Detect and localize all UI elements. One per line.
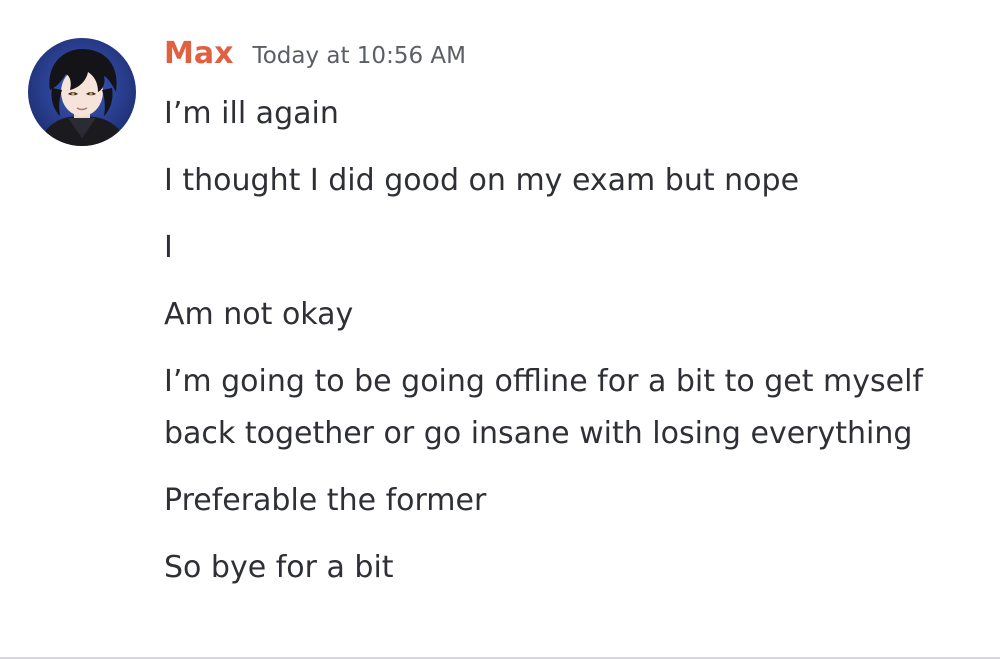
message-line: I’m ill again xyxy=(164,96,339,131)
message-header: Max Today at 10:56 AM xyxy=(164,36,466,80)
author-name[interactable]: Max xyxy=(164,36,233,71)
message-line: Am not okay xyxy=(164,297,354,332)
avatar[interactable] xyxy=(28,38,136,146)
message-line: So bye for a bit xyxy=(164,550,394,585)
message-line: Preferable the former xyxy=(164,483,487,518)
message-line: I’m going to be going offline for a bit … xyxy=(164,364,933,451)
message-timestamp: Today at 10:56 AM xyxy=(252,43,466,69)
anime-boy-avatar-icon xyxy=(28,38,136,146)
message-body: I’m ill again I thought I did good on my… xyxy=(164,88,964,609)
message-line: I thought I did good on my exam but nope xyxy=(164,163,800,198)
message-line: I xyxy=(164,230,173,265)
chat-message: Max Today at 10:56 AM I’m ill again I th… xyxy=(0,0,1000,659)
